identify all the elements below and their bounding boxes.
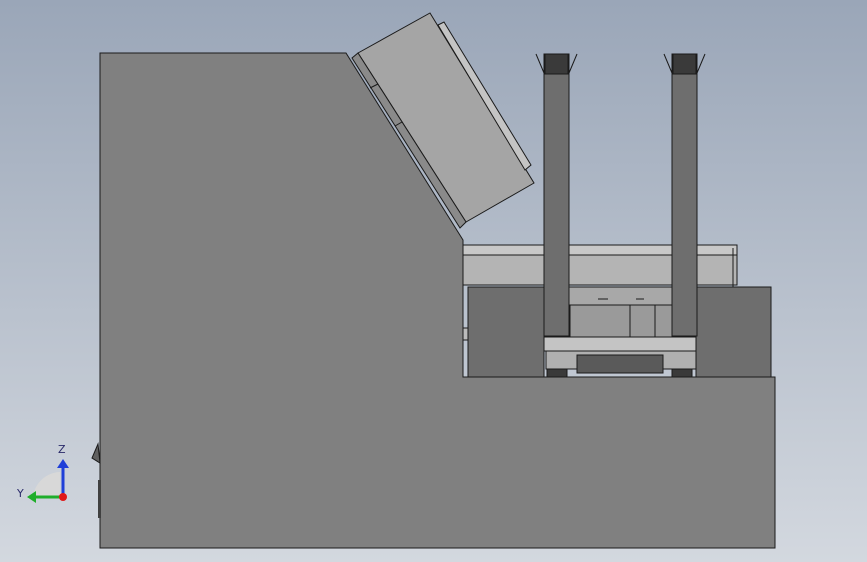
graphics-viewport[interactable]: Z Y [0, 0, 867, 562]
z-axis-label: Z [58, 443, 66, 456]
foot-right [671, 368, 693, 378]
body-slot [98, 480, 101, 518]
foot-left [546, 368, 568, 378]
y-axis-label: Y [17, 487, 24, 500]
cap-left [544, 53, 569, 75]
slide-block [576, 354, 664, 374]
origin-dot [59, 493, 67, 501]
block-left[interactable] [467, 286, 545, 379]
cap-right [672, 53, 697, 75]
block-right[interactable] [695, 286, 772, 379]
cad-scene[interactable] [0, 0, 867, 562]
